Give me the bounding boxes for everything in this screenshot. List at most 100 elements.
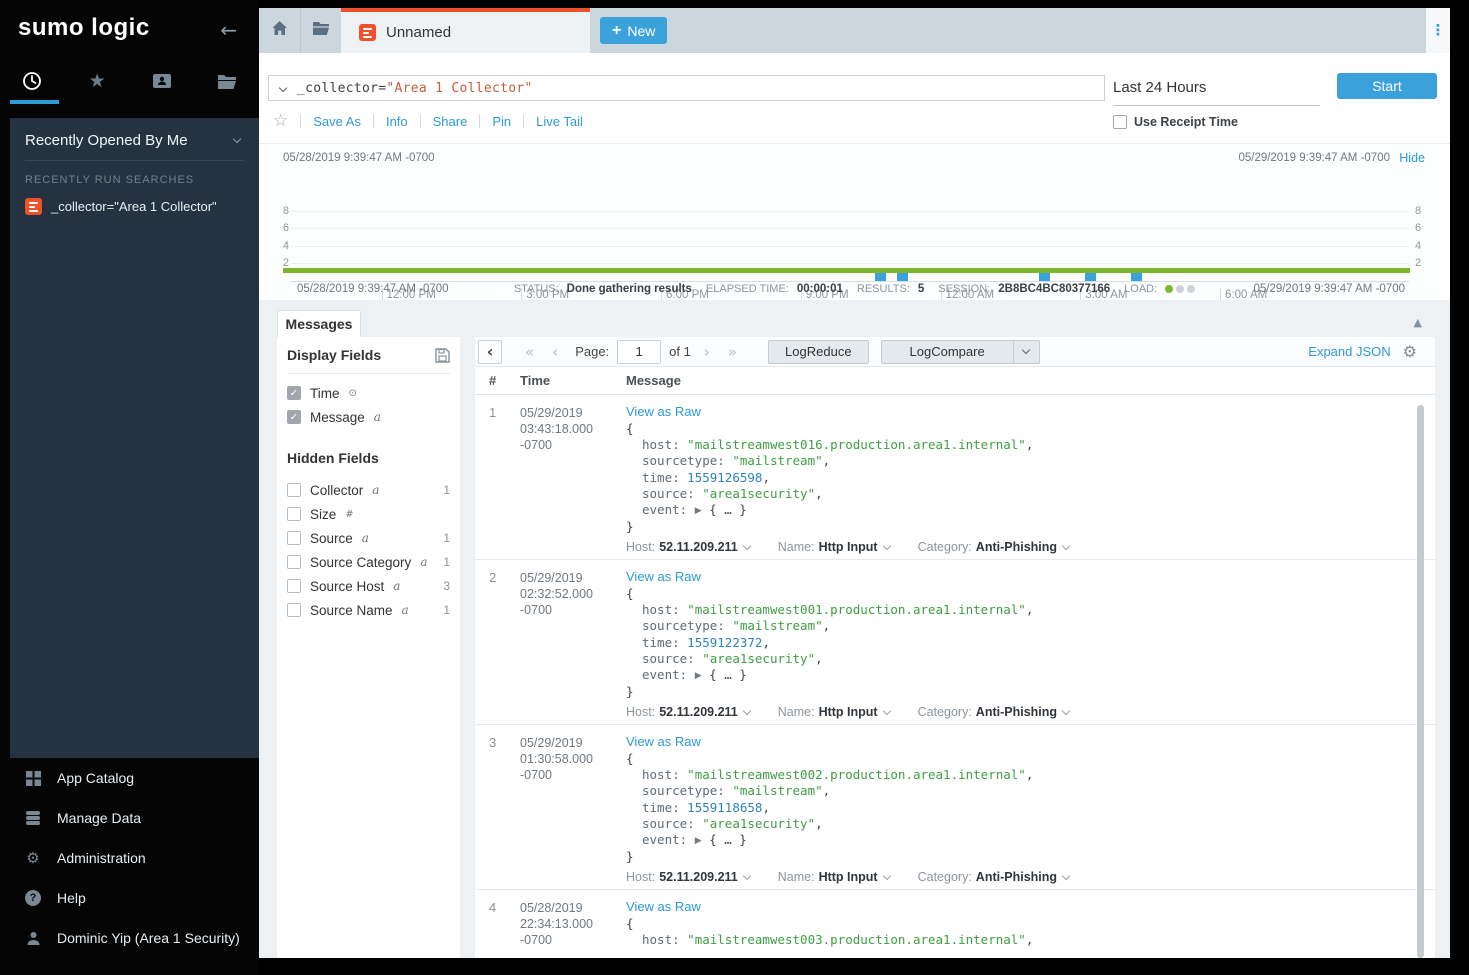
kebab-menu-icon[interactable]: ⋮	[1431, 23, 1446, 38]
sidebar-item-app-catalog[interactable]: App Catalog	[0, 758, 259, 798]
sidebar-item-administration[interactable]: ⚙ Administration	[0, 838, 259, 878]
meta-name-dropdown[interactable]: Name:Http Input	[778, 705, 890, 719]
prev-page-button[interactable]: ‹	[543, 343, 567, 361]
display-fields-title: Display Fields	[287, 347, 381, 363]
meta-name-dropdown[interactable]: Name:Http Input	[778, 870, 890, 884]
sidebar-tab-personal[interactable]	[130, 58, 195, 104]
view-as-raw-link[interactable]: View as Raw	[626, 404, 701, 419]
sidebar-tabs: ★	[0, 58, 259, 104]
time-range-selector[interactable]: Last 24 Hours	[1113, 79, 1320, 106]
start-search-button[interactable]: Start	[1337, 73, 1437, 99]
column-header-number[interactable]: #	[489, 373, 496, 388]
checkbox-unchecked[interactable]	[287, 603, 301, 617]
meta-name-value: Http Input	[819, 705, 878, 719]
field-label: Source Category	[310, 555, 411, 570]
meta-name-dropdown[interactable]: Name:Http Input	[778, 540, 890, 554]
load-dot-active	[1165, 285, 1173, 293]
view-as-raw-link[interactable]: View as Raw	[626, 734, 701, 749]
meta-category-dropdown[interactable]: Category:Anti-Phishing	[918, 540, 1069, 554]
sidebar-item-account[interactable]: Dominic Yip (Area 1 Security)	[0, 918, 259, 958]
checkbox-unchecked[interactable]	[287, 579, 301, 593]
tab-unnamed[interactable]: Unnamed	[341, 8, 590, 53]
message-number: 4	[489, 900, 496, 915]
home-button[interactable]	[259, 8, 301, 53]
expand-json-link[interactable]: Expand JSON	[1308, 344, 1390, 359]
checkbox-checked[interactable]: ✓	[287, 410, 301, 424]
gear-icon[interactable]: ⚙	[1403, 344, 1417, 360]
meta-host-dropdown[interactable]: Host:52.11.209.211	[626, 870, 750, 884]
gridline	[291, 263, 1409, 264]
event-expand-icon[interactable]: ▶	[695, 671, 702, 681]
field-row-message[interactable]: ✓ Message a	[287, 405, 450, 429]
search-panel: _collector="Area 1 Collector" Last 24 Ho…	[259, 53, 1450, 143]
message-date: 05/29/2019	[520, 570, 624, 586]
meta-host-dropdown[interactable]: Host:52.11.209.211	[626, 705, 750, 719]
event-expand-icon[interactable]: ▶	[695, 836, 702, 846]
field-row-collector[interactable]: Collector a 1	[287, 478, 450, 502]
meta-host-dropdown[interactable]: Host:52.11.209.211	[626, 540, 750, 554]
logreduce-button[interactable]: LogReduce	[768, 340, 869, 364]
column-header-message[interactable]: Message	[626, 373, 681, 388]
message-date: 05/29/2019	[520, 405, 624, 421]
field-row-size[interactable]: Size #	[287, 502, 450, 526]
view-as-raw-link[interactable]: View as Raw	[626, 899, 701, 914]
page-number-input[interactable]	[617, 340, 661, 364]
view-as-raw-link[interactable]: View as Raw	[626, 569, 701, 584]
session-value: 2B8BC4BC80377166	[998, 283, 1110, 295]
meta-category-dropdown[interactable]: Category:Anti-Phishing	[918, 870, 1069, 884]
hide-histogram-link[interactable]: Hide	[1399, 151, 1425, 165]
field-row-source-host[interactable]: Source Host a 3	[287, 574, 450, 598]
json-key: source:	[642, 486, 695, 501]
message-body: View as Raw { host: "mailstreamwest016.p…	[626, 403, 1405, 554]
recent-panel-header[interactable]: Recently Opened By Me	[25, 126, 244, 161]
field-row-time[interactable]: ✓ Time ⊙	[287, 381, 450, 405]
save-fields-icon[interactable]	[435, 348, 450, 366]
load-indicator	[1165, 285, 1195, 293]
use-receipt-time-checkbox[interactable]	[1113, 115, 1127, 129]
info-link[interactable]: Info	[374, 114, 420, 129]
column-header-time[interactable]: Time	[520, 373, 550, 388]
last-page-button[interactable]: »	[719, 343, 746, 361]
open-folder-button[interactable]	[300, 8, 342, 53]
collapse-results-icon[interactable]: ▲	[1414, 316, 1422, 329]
sidebar-item-manage-data[interactable]: Manage Data	[0, 798, 259, 838]
json-open-brace: {	[626, 751, 1405, 767]
next-page-button[interactable]: ›	[695, 343, 719, 361]
json-host-value: "mailstreamwest003.production.area1.inte…	[687, 932, 1026, 947]
recent-search-item[interactable]: _collector="Area 1 Collector"	[25, 198, 217, 215]
sidebar-tab-recent[interactable]	[0, 58, 65, 104]
pin-link[interactable]: Pin	[480, 114, 523, 129]
checkbox-unchecked[interactable]	[287, 507, 301, 521]
checkbox-unchecked[interactable]	[287, 555, 301, 569]
event-expand-icon[interactable]: ▶	[695, 506, 702, 516]
checkbox-checked[interactable]: ✓	[287, 386, 301, 400]
use-receipt-time-option[interactable]: Use Receipt Time	[1113, 115, 1238, 129]
messages-scrollbar[interactable]	[1417, 405, 1424, 958]
new-tab-button[interactable]: + New	[600, 17, 667, 44]
field-count: 1	[443, 531, 450, 545]
save-as-link[interactable]: Save As	[301, 114, 373, 129]
query-history-dropdown[interactable]	[269, 85, 297, 91]
collapse-sidebar-icon[interactable]: ←	[220, 18, 237, 42]
json-open-brace: {	[626, 586, 1405, 602]
logcompare-dropdown[interactable]	[1014, 340, 1040, 364]
checkbox-unchecked[interactable]	[287, 531, 301, 545]
live-tail-link[interactable]: Live Tail	[524, 114, 595, 129]
favorite-star-icon[interactable]: ☆	[273, 111, 288, 131]
logcompare-button[interactable]: LogCompare	[881, 340, 1014, 364]
tab-messages[interactable]: Messages	[277, 310, 361, 337]
sidebar-tab-library[interactable]	[194, 58, 259, 104]
search-query-input[interactable]: _collector="Area 1 Collector"	[297, 81, 533, 96]
field-row-source-category[interactable]: Source Category a 1	[287, 550, 450, 574]
collapse-fields-button[interactable]: ‹	[478, 340, 502, 364]
checkbox-unchecked[interactable]	[287, 483, 301, 497]
field-row-source[interactable]: Source a 1	[287, 526, 450, 550]
field-row-source-name[interactable]: Source Name a 1	[287, 598, 450, 622]
share-link[interactable]: Share	[421, 114, 480, 129]
field-label: Message	[310, 410, 365, 425]
meta-category-dropdown[interactable]: Category:Anti-Phishing	[918, 705, 1069, 719]
sidebar-item-help[interactable]: ? Help	[0, 878, 259, 918]
first-page-button[interactable]: «	[516, 343, 543, 361]
sidebar-tab-favorites[interactable]: ★	[65, 58, 130, 104]
json-key: host:	[642, 932, 680, 947]
